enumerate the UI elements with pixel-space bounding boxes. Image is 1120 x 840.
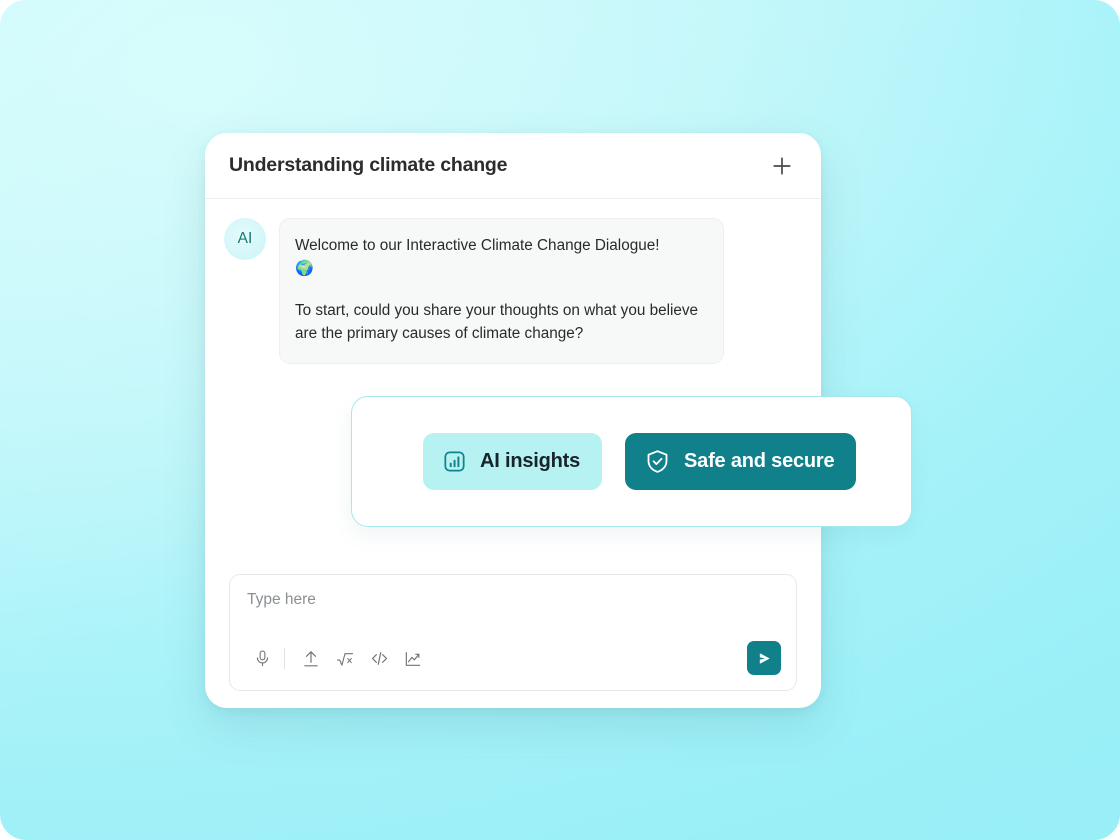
app-background: Understanding climate change AI Welcome … — [0, 0, 1120, 840]
page-title: Understanding climate change — [229, 154, 508, 176]
chat-panel: Understanding climate change AI Welcome … — [205, 133, 912, 708]
safe-and-secure-badge[interactable]: Safe and secure — [625, 433, 857, 490]
assistant-message-bubble: Welcome to our Interactive Climate Chang… — [279, 218, 724, 364]
add-chat-button[interactable] — [767, 151, 797, 181]
badge-card: AI insights Safe and secure — [351, 396, 912, 527]
globe-icon: 🌍 — [295, 260, 314, 278]
code-icon — [369, 648, 390, 669]
plus-icon — [771, 155, 793, 177]
composer-toolbar — [245, 641, 781, 676]
send-button[interactable] — [747, 641, 781, 675]
microphone-button[interactable] — [245, 644, 279, 674]
shield-check-icon — [644, 448, 671, 475]
upload-button[interactable] — [294, 644, 328, 674]
message-composer — [229, 574, 797, 691]
safe-and-secure-badge-label: Safe and secure — [684, 450, 835, 472]
math-icon — [335, 649, 355, 669]
ai-insights-badge[interactable]: AI insights — [423, 433, 603, 490]
avatar: AI — [224, 218, 266, 260]
panel-header: Understanding climate change — [205, 133, 821, 199]
chart-button[interactable] — [396, 644, 430, 674]
message-row: AI Welcome to our Interactive Climate Ch… — [205, 199, 821, 364]
math-button[interactable] — [328, 644, 362, 674]
message-text-1: Welcome to our Interactive Climate Chang… — [295, 237, 660, 254]
send-icon — [756, 650, 773, 667]
bar-chart-icon — [442, 449, 467, 474]
message-paragraph-1: Welcome to our Interactive Climate Chang… — [295, 234, 703, 281]
microphone-icon — [253, 649, 272, 668]
message-paragraph-2: To start, could you share your thoughts … — [295, 302, 699, 343]
toolbar-divider — [284, 648, 285, 669]
message-input[interactable] — [245, 591, 781, 609]
chart-icon — [403, 649, 423, 669]
upload-icon — [301, 649, 321, 669]
code-button[interactable] — [362, 644, 396, 674]
ai-insights-badge-label: AI insights — [480, 450, 581, 472]
